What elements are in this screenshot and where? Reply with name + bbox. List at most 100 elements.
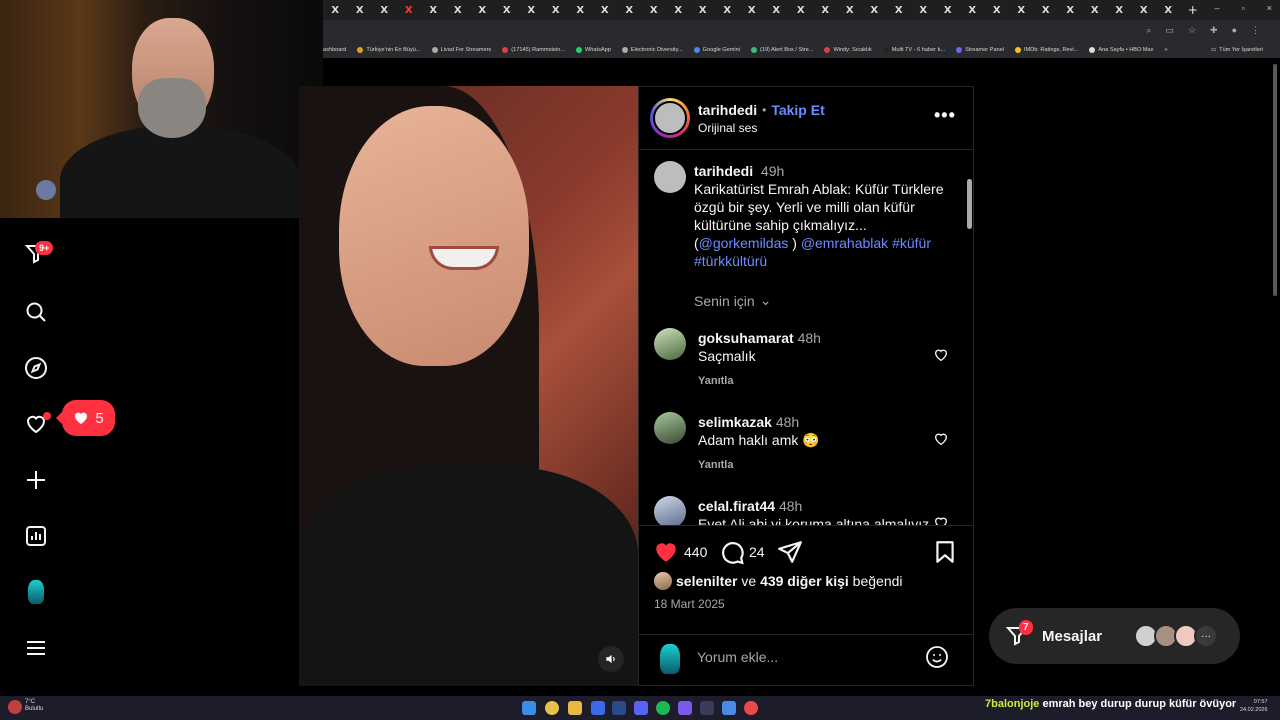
browser-tab[interactable]: X (789, 0, 814, 20)
bookmark-item[interactable]: Ana Sayfa • HBO Max (1089, 47, 1153, 53)
browser-tab[interactable]: X (568, 0, 593, 20)
page-scrollbar[interactable] (1273, 64, 1277, 296)
follow-button[interactable]: Takip Et (771, 102, 824, 118)
app-icon[interactable] (744, 701, 758, 715)
browser-tab[interactable]: X (691, 0, 716, 20)
comment-avatar[interactable] (654, 412, 686, 444)
mention-emrahablak[interactable]: @emrahablak (801, 235, 888, 251)
bookmark-star-icon[interactable]: ☆ (1188, 25, 1196, 36)
comment-filter-dropdown[interactable]: Senin için ⌄ (694, 292, 771, 309)
browser-tab[interactable]: X (617, 0, 642, 20)
bookmark-item[interactable]: Electronic Diversity... (621, 47, 683, 53)
browser-tab[interactable]: X (1058, 0, 1083, 20)
comment-username[interactable]: goksuhamarat (698, 330, 794, 346)
browser-menu-icon[interactable]: ⋮ (1251, 25, 1260, 36)
bookmark-item[interactable]: Türkiye'nin En Büyü... (357, 47, 421, 53)
comments-section[interactable]: tarihdedi 49h Karikatürist Emrah Ablak: … (639, 151, 965, 525)
browser-tab[interactable]: X (813, 0, 838, 20)
nav-profile[interactable] (22, 578, 50, 606)
liked-by-avatar[interactable] (654, 572, 672, 590)
browser-tab[interactable]: X (666, 0, 691, 20)
bookmark-item[interactable]: Streamer Panel (956, 47, 1004, 53)
browser-tab[interactable]: X (862, 0, 887, 20)
profile-icon[interactable]: ● (1232, 25, 1237, 36)
like-button[interactable] (653, 539, 679, 570)
reply-button[interactable]: Yanıtla (698, 459, 733, 471)
bookmarks-overflow-button[interactable]: » (1164, 47, 1167, 53)
caption-username[interactable]: tarihdedi (694, 163, 753, 179)
caption-avatar[interactable] (654, 161, 686, 193)
browser-tab[interactable]: X (1083, 0, 1108, 20)
nav-search[interactable] (22, 298, 50, 326)
browser-tab[interactable]: X (715, 0, 740, 20)
hashtag-kufur[interactable]: #küfür (892, 235, 931, 251)
emoji-button[interactable] (925, 645, 949, 674)
bookmark-item[interactable]: IMDb: Ratings, Revi... (1014, 47, 1078, 53)
liked-by-others[interactable]: 439 diğer kişi (760, 573, 849, 589)
new-tab-button[interactable]: + (1181, 0, 1206, 20)
comment-username[interactable]: selimkazak (698, 414, 772, 430)
nav-insights[interactable] (22, 522, 50, 550)
cast-icon[interactable]: ▭ (1165, 25, 1174, 36)
browser-tab[interactable]: X (1132, 0, 1157, 20)
comment-like-heart-icon[interactable] (933, 347, 949, 363)
liked-by-user[interactable]: selenilter (676, 573, 737, 589)
app-icon[interactable] (700, 701, 714, 715)
mute-button[interactable] (598, 646, 624, 672)
author-username[interactable]: tarihdedi (698, 102, 757, 118)
browser-tab[interactable]: X (446, 0, 471, 20)
start-windows-icon[interactable] (522, 701, 536, 715)
all-bookmarks-button[interactable]: ▭ Tüm Yer İşaretleri (1211, 47, 1263, 53)
minimize-button[interactable]: – (1215, 3, 1220, 13)
app-icon[interactable] (678, 701, 692, 715)
share-button[interactable] (777, 539, 803, 570)
browser-tab[interactable]: X (519, 0, 544, 20)
app-icon[interactable] (722, 701, 736, 715)
comment-like-heart-icon[interactable] (933, 431, 949, 447)
weather-widget[interactable]: 7°C Bulutlu (25, 699, 43, 713)
chrome-icon[interactable] (545, 701, 559, 715)
bookmark-item[interactable]: (19) Alert Box / Stre... (750, 47, 813, 53)
extensions-icon[interactable]: ✚ (1210, 25, 1218, 36)
browser-tab[interactable]: X (960, 0, 985, 20)
bookmark-item[interactable]: (17145) Rammstein... (502, 47, 565, 53)
nav-explore[interactable] (22, 354, 50, 382)
maximize-button[interactable]: ▫ (1242, 3, 1245, 13)
browser-tab[interactable]: X (593, 0, 618, 20)
browser-tab[interactable]: X (838, 0, 863, 20)
like-count[interactable]: 440 (684, 544, 707, 560)
comment-avatar[interactable] (654, 328, 686, 360)
comment-username[interactable]: celal.firat44 (698, 498, 775, 514)
browser-tab[interactable]: X (495, 0, 520, 20)
zoom-icon[interactable]: ⌕ (1146, 25, 1151, 36)
browser-tab[interactable]: X (470, 0, 495, 20)
bookmark-item[interactable]: Livad For Streamers (431, 47, 491, 53)
hashtag-turkkulturu[interactable]: #türkkültürü (694, 253, 767, 269)
browser-tab[interactable]: X (372, 0, 397, 20)
spotify-icon[interactable] (656, 701, 670, 715)
comment-input[interactable] (697, 646, 897, 668)
close-button[interactable]: × (1267, 3, 1272, 13)
mention-gorkemildas[interactable]: @gorkemildas (699, 235, 789, 251)
browser-tab[interactable]: X (985, 0, 1010, 20)
comment-button[interactable] (719, 539, 745, 570)
bookmark-item[interactable]: Google Gemini (693, 47, 740, 53)
browser-tab[interactable]: X (936, 0, 961, 20)
post-options-button[interactable]: ••• (934, 105, 956, 126)
system-clock[interactable]: 07:57 24.02.2026 (1240, 698, 1268, 714)
browser-tab[interactable]: X (764, 0, 789, 20)
steam-icon[interactable] (612, 701, 626, 715)
comment-avatar[interactable] (654, 496, 686, 525)
browser-tab[interactable]: X (740, 0, 765, 20)
browser-tab[interactable]: X (1034, 0, 1059, 20)
bookmark-item[interactable]: Multi TV - 6 haber k... (882, 47, 945, 53)
author-avatar[interactable] (650, 98, 690, 138)
bookmark-item[interactable]: ashboard (323, 47, 346, 53)
app-icon[interactable] (591, 701, 605, 715)
save-button[interactable] (932, 539, 958, 570)
browser-tab[interactable]: X (1009, 0, 1034, 20)
nav-create[interactable] (22, 466, 50, 494)
reply-button[interactable]: Yanıtla (698, 375, 733, 387)
browser-tab[interactable]: X (421, 0, 446, 20)
browser-tab[interactable]: X (642, 0, 667, 20)
